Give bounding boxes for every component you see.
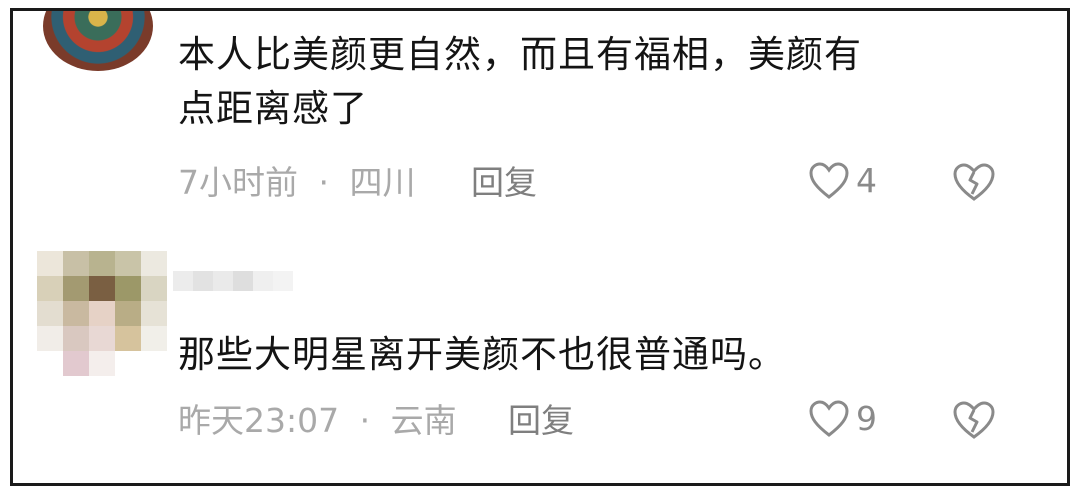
- like-button[interactable]: 9: [808, 399, 877, 439]
- comment-location: 云南: [390, 401, 457, 440]
- reply-button[interactable]: 回复: [471, 163, 537, 203]
- like-count: 9: [856, 399, 877, 438]
- meta-separator: ·: [318, 163, 330, 202]
- comment-location: 四川: [349, 163, 416, 202]
- like-count: 4: [856, 161, 877, 200]
- comment-text-line2: 点距离感了: [178, 87, 368, 130]
- avatar[interactable]: [43, 11, 153, 71]
- comment-time: 7小时前: [178, 163, 298, 202]
- username-blurred[interactable]: [173, 261, 293, 301]
- heart-outline-icon: [808, 399, 850, 439]
- broken-heart-icon[interactable]: [951, 161, 997, 203]
- comment-list-frame: 本人比美颜更自然，而且有福相，美颜有 点距离感了 7小时前 · 四川 回复 4: [10, 8, 1070, 486]
- like-button[interactable]: 4: [808, 161, 877, 201]
- comment-text: 本人比美颜更自然，而且有福相，美颜有: [178, 33, 862, 76]
- comment-text: 那些大明星离开美颜不也很普通吗。: [178, 333, 786, 376]
- meta-separator: ·: [359, 401, 371, 440]
- comment-meta: 昨天23:07 · 云南: [178, 401, 457, 441]
- comment-meta: 7小时前 · 四川: [178, 163, 416, 203]
- avatar-blurred[interactable]: [37, 251, 167, 376]
- reply-button[interactable]: 回复: [508, 401, 574, 441]
- broken-heart-icon[interactable]: [951, 399, 997, 441]
- comment-time: 昨天23:07: [178, 401, 340, 440]
- heart-outline-icon: [808, 161, 850, 201]
